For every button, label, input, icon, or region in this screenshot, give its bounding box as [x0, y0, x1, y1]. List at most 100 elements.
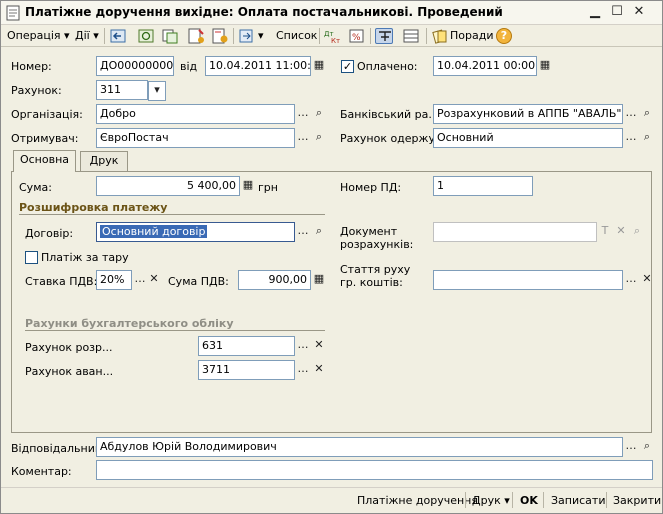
- number-label: Номер:: [11, 60, 52, 73]
- search-icon[interactable]: ⌕: [311, 105, 327, 123]
- vat-rate-field[interactable]: 20%: [96, 270, 132, 290]
- settlement-doc-field[interactable]: [433, 222, 597, 242]
- tab-main[interactable]: Основна: [13, 150, 76, 172]
- dropdown-arrow-icon: ▾: [64, 29, 70, 42]
- recipient-account-label: Рахунок одержу...: [340, 132, 446, 145]
- toolbar-separator: [606, 492, 607, 508]
- enter-based-on-icon[interactable]: [238, 28, 256, 44]
- section-divider: [25, 330, 325, 331]
- clear-icon[interactable]: ✕: [311, 361, 327, 379]
- payment-order-button[interactable]: Платіжне доручення: [357, 494, 478, 507]
- structure-icon[interactable]: [375, 28, 393, 44]
- clear-icon[interactable]: ✕: [311, 337, 327, 355]
- pd-number-label: Номер ПД:: [340, 181, 402, 194]
- go-back-icon[interactable]: [109, 28, 127, 44]
- ok-button[interactable]: OK: [520, 494, 538, 507]
- minimize-icon[interactable]: ▁: [587, 5, 603, 21]
- cashflow-field[interactable]: [433, 270, 623, 290]
- accounting-accounts-title: Рахунки бухгалтерського обліку: [25, 317, 234, 330]
- debit-credit-icon[interactable]: ДтКт: [323, 28, 343, 44]
- clear-icon[interactable]: ✕: [146, 271, 162, 289]
- contract-field[interactable]: Основний договір: [96, 222, 295, 242]
- maximize-icon[interactable]: ☐: [609, 5, 625, 21]
- save-button[interactable]: Записати: [551, 494, 605, 507]
- calendar-icon[interactable]: ▦: [537, 57, 553, 75]
- vat-sum-field[interactable]: 900,00: [238, 270, 311, 290]
- search-icon: ⌕: [633, 224, 641, 237]
- responsible-field[interactable]: Абдулов Юрій Володимирович: [96, 437, 623, 457]
- search-icon[interactable]: ⌕: [639, 129, 655, 147]
- operation-menu[interactable]: Операція ▾: [7, 29, 70, 42]
- list-button[interactable]: Список: [276, 29, 317, 42]
- select-ellipsis-icon[interactable]: …: [295, 223, 311, 241]
- advance-account-field[interactable]: 3711: [198, 360, 295, 380]
- organization-label: Організація:: [11, 108, 83, 121]
- help-icon[interactable]: ?: [496, 28, 512, 44]
- paid-date-field[interactable]: 10.04.2011 00:00:00: [433, 56, 537, 76]
- recipient-field[interactable]: ЄвроПостач: [96, 128, 295, 148]
- organization-field[interactable]: Добро: [96, 104, 295, 124]
- tare-payment-checkbox[interactable]: [25, 251, 38, 264]
- select-ellipsis-icon[interactable]: …: [623, 105, 639, 123]
- vat-rate-label: Ставка ПДВ:: [25, 275, 98, 288]
- select-ellipsis-icon[interactable]: …: [295, 361, 311, 379]
- select-ellipsis-icon[interactable]: …: [295, 105, 311, 123]
- bank-account-field[interactable]: Розрахунковий в АППБ "АВАЛЬ", м.: [433, 104, 623, 124]
- payment-decode-title: Розшифровка платежу: [19, 201, 168, 214]
- date-field[interactable]: 10.04.2011 11:00:00: [205, 56, 311, 76]
- recipient-account-field[interactable]: Основний: [433, 128, 623, 148]
- contract-value: Основний договір: [100, 225, 208, 238]
- select-ellipsis-icon[interactable]: …: [295, 129, 311, 147]
- tips-button[interactable]: Поради: [450, 29, 493, 42]
- unpost-document-icon[interactable]: [211, 28, 229, 44]
- account-label: Рахунок:: [11, 84, 62, 97]
- toolbar-separator: [512, 492, 513, 508]
- bottom-button-bar: Платіжне доручення Друк ▾ OK Записати За…: [1, 487, 662, 513]
- refresh-icon[interactable]: [137, 28, 155, 44]
- actions-menu[interactable]: Дії ▾: [75, 29, 99, 42]
- number-field[interactable]: ДО000000001: [96, 56, 174, 76]
- post-document-icon[interactable]: [187, 28, 205, 44]
- contract-label: Договір:: [25, 227, 74, 240]
- select-ellipsis-icon[interactable]: …: [623, 438, 639, 456]
- select-ellipsis-icon[interactable]: …: [623, 129, 639, 147]
- type-icon: T: [601, 224, 609, 237]
- grid-view-icon[interactable]: [402, 28, 420, 44]
- calendar-icon[interactable]: ▦: [311, 57, 327, 75]
- toolbar-separator: [426, 28, 427, 44]
- dropdown-arrow-icon[interactable]: ▾: [258, 29, 264, 42]
- search-icon[interactable]: ⌕: [311, 129, 327, 147]
- clear-icon[interactable]: ✕: [639, 271, 655, 289]
- paid-checkbox[interactable]: ✓: [341, 60, 354, 73]
- select-ellipsis-icon[interactable]: …: [623, 271, 639, 289]
- calculator-icon[interactable]: ▦: [311, 271, 327, 289]
- sum-field[interactable]: 5 400,00: [96, 176, 240, 196]
- bank-account-label: Банківський ра...: [340, 108, 439, 121]
- copy-icon[interactable]: [161, 28, 179, 44]
- tare-payment-label: Платіж за тару: [41, 251, 129, 264]
- print-button[interactable]: Друк ▾: [472, 494, 510, 507]
- tab-print[interactable]: Друк: [80, 151, 128, 171]
- select-ellipsis-icon[interactable]: …: [295, 337, 311, 355]
- search-icon[interactable]: ⌕: [639, 105, 655, 123]
- report-icon[interactable]: %: [348, 28, 366, 44]
- settlement-doc-label: Документ розрахунків:: [340, 225, 414, 251]
- calculator-icon[interactable]: ▦: [240, 177, 256, 195]
- chevron-down-icon[interactable]: ▾: [148, 81, 166, 101]
- paid-label: Оплачено:: [357, 60, 418, 73]
- dropdown-arrow-icon: ▾: [504, 494, 510, 507]
- comment-label: Коментар:: [11, 465, 72, 478]
- close-button[interactable]: Закрити: [613, 494, 661, 507]
- section-divider: [19, 214, 325, 215]
- comment-field[interactable]: [96, 460, 653, 480]
- pd-number-field[interactable]: 1: [433, 176, 533, 196]
- tips-icon[interactable]: [432, 28, 448, 44]
- payment-order-window: Платіжне доручення вихідне: Оплата поста…: [0, 0, 663, 514]
- toolbar: Операція ▾ Дії ▾ ▾ Список Дт Кт % Поради …: [1, 25, 662, 47]
- close-icon[interactable]: ✕: [631, 5, 647, 21]
- search-icon[interactable]: ⌕: [311, 223, 327, 241]
- account-select[interactable]: 311: [96, 80, 148, 100]
- document-icon: [6, 5, 20, 21]
- settlement-account-field[interactable]: 631: [198, 336, 295, 356]
- search-icon[interactable]: ⌕: [639, 438, 655, 456]
